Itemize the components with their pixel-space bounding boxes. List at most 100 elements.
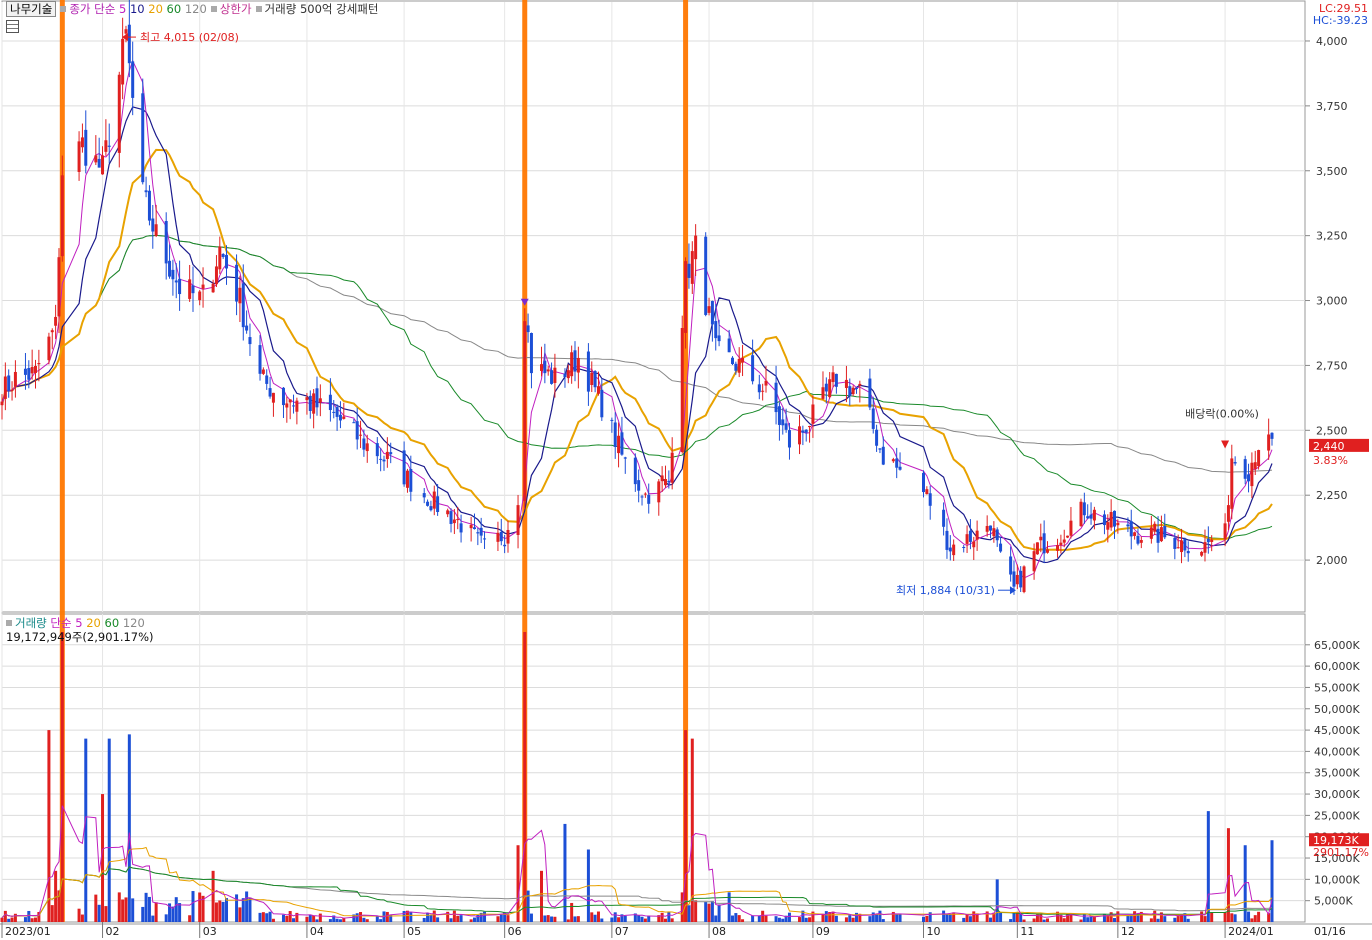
- grid-toggle-icon[interactable]: [6, 20, 19, 33]
- volume-bar: [1012, 913, 1016, 922]
- volume-bar: [271, 918, 275, 922]
- candle-body: [191, 285, 195, 294]
- volume-bar: [10, 917, 14, 922]
- candle-body: [539, 364, 543, 371]
- candle-body: [429, 506, 433, 511]
- volume-bar: [469, 919, 473, 922]
- candle-body: [94, 155, 98, 163]
- candle-body: [576, 357, 580, 373]
- volume-bar: [808, 917, 812, 922]
- candle-body: [1066, 535, 1070, 538]
- x-axis-label: 07: [615, 925, 629, 938]
- candle-body: [660, 475, 664, 482]
- ma20-line: [1, 148, 1273, 552]
- volume-pattern-label[interactable]: 거래량 500억 강세패턴: [265, 2, 379, 16]
- candle-body: [268, 388, 272, 397]
- ma20-label: 20: [148, 2, 163, 16]
- volume-bar: [543, 915, 547, 922]
- volume-bar: [281, 914, 285, 922]
- stock-name-tab[interactable]: 나무기술: [6, 1, 57, 17]
- candle-body: [154, 224, 158, 236]
- volume-bar: [593, 914, 597, 922]
- candle-body: [174, 280, 178, 283]
- volume-tick-label: 60,000K: [1314, 660, 1360, 673]
- volume-bar: [188, 915, 192, 922]
- limit-up-label[interactable]: 상한가: [220, 2, 252, 16]
- volume-bar: [670, 918, 674, 922]
- candle-body: [1045, 549, 1049, 553]
- candle-body: [523, 321, 527, 502]
- volume-bar: [1233, 914, 1237, 922]
- candle-body: [925, 489, 929, 495]
- candle-body: [506, 529, 510, 544]
- candle-body: [965, 534, 969, 544]
- x-axis-label: 02: [106, 925, 120, 938]
- volume-bar: [164, 914, 168, 922]
- candle-body: [1159, 527, 1163, 542]
- volume-bar: [962, 917, 966, 922]
- volume-bar: [436, 917, 440, 922]
- volume-bar: [422, 917, 426, 922]
- ma10-label: 10: [129, 2, 145, 16]
- candle-body: [734, 363, 738, 371]
- candle-body: [757, 384, 761, 393]
- candle-body: [1022, 566, 1026, 593]
- candle-body: [610, 419, 614, 421]
- volume-bar: [268, 911, 272, 922]
- candle-body: [13, 371, 17, 387]
- candle-body: [151, 218, 155, 232]
- candle-body: [875, 429, 879, 446]
- volume-title[interactable]: 거래량: [15, 616, 47, 630]
- x-axis-last-date: 01/16: [1314, 925, 1346, 938]
- volume-bar: [151, 915, 155, 922]
- candle-body: [553, 367, 557, 383]
- candle-body: [1153, 523, 1157, 532]
- volume-bar: [613, 912, 617, 922]
- volume-bar: [452, 910, 456, 922]
- ma5-line: [1, 59, 1273, 579]
- candle-body: [1186, 551, 1190, 554]
- volume-bar: [7, 918, 11, 922]
- volume-bar: [831, 911, 835, 922]
- candle-body: [405, 470, 409, 488]
- candle-body: [127, 24, 131, 64]
- volume-bar: [821, 914, 825, 922]
- candle-body: [1173, 537, 1177, 549]
- candle-body: [295, 400, 299, 412]
- volume-bar: [834, 915, 838, 922]
- ma60-line: [1, 234, 1273, 540]
- candle-body: [1109, 512, 1113, 528]
- candle-body: [751, 355, 755, 382]
- candle-body: [385, 451, 389, 459]
- candle-body: [245, 325, 249, 331]
- candle-body: [871, 408, 875, 429]
- volume-bar: [1042, 919, 1046, 922]
- candle-body: [436, 496, 440, 513]
- candle-body: [141, 93, 145, 183]
- candle-body: [171, 269, 175, 280]
- volume-bar: [338, 919, 342, 922]
- chart-canvas[interactable]: 4,000 3,750 3,500 3,250 3,000 2,750 2,500 2,250…: [0, 0, 1372, 940]
- volume-bar: [576, 916, 580, 922]
- ma-indicator-label[interactable]: 종가 단순: [69, 2, 115, 16]
- candle-body: [144, 190, 148, 193]
- candle-body: [1203, 542, 1207, 553]
- volume-bar: [1062, 918, 1066, 922]
- candle-body: [985, 525, 989, 532]
- candle-body: [476, 532, 480, 534]
- candle-body: [1102, 514, 1106, 526]
- candle-body: [1106, 522, 1110, 530]
- volume-bar: [1226, 828, 1230, 922]
- candle-body: [352, 422, 356, 424]
- dividend-annotation: 배당락(0.00%): [1185, 407, 1259, 420]
- volume-bar: [854, 912, 858, 922]
- ma60-label: 60: [166, 2, 182, 16]
- candle-body: [741, 357, 745, 363]
- candle-body: [529, 333, 533, 374]
- volume-bar: [432, 910, 436, 922]
- volume-bar: [47, 730, 51, 922]
- candle-body: [543, 360, 547, 374]
- volume-bar: [774, 916, 778, 922]
- volume-bar: [898, 914, 902, 922]
- candle-body: [868, 378, 872, 408]
